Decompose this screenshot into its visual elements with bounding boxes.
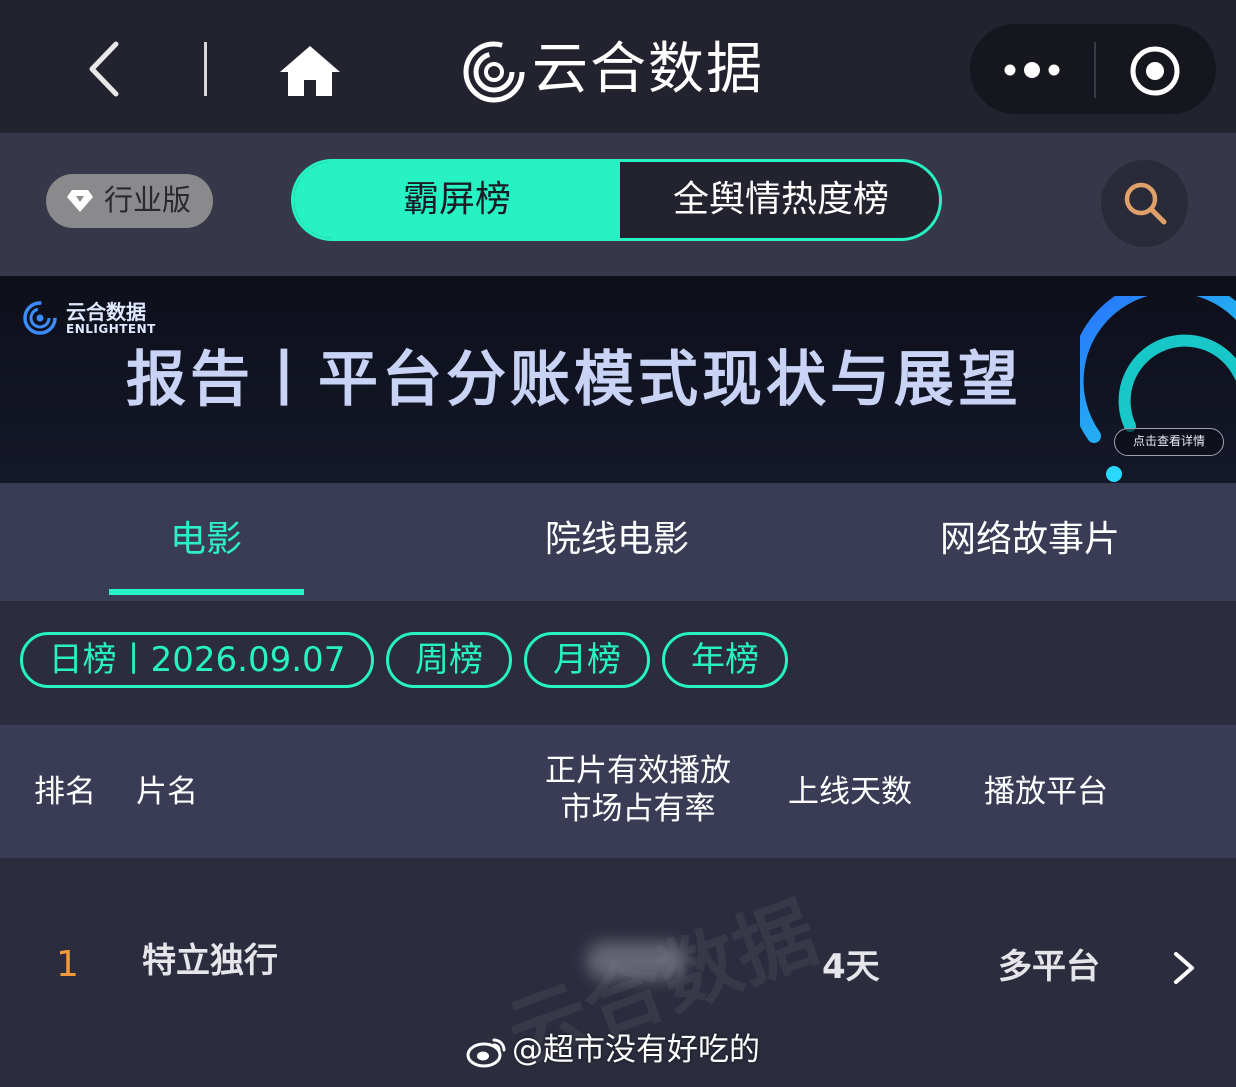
weibo-handle: @超市没有好吃的 xyxy=(512,1032,760,1068)
home-icon[interactable] xyxy=(278,44,342,98)
brand-logo-icon xyxy=(23,301,57,335)
industry-edition-label: 行业版 xyxy=(104,183,192,217)
column-header-title: 片名 xyxy=(136,774,198,810)
app-title: 云合数据 xyxy=(532,37,764,102)
column-header-days-online: 上线天数 xyxy=(788,774,912,810)
active-tab-indicator xyxy=(109,589,304,595)
banner-brand-en: ENLIGHTENT xyxy=(66,322,156,336)
logo-icon xyxy=(463,41,525,103)
tab-cinema-movie[interactable]: 院线电影 xyxy=(492,510,742,570)
row-platform: 多平台 xyxy=(998,947,1100,987)
chevron-left-icon[interactable] xyxy=(84,38,128,100)
column-header-market-share-line2: 市场占有率 xyxy=(560,791,716,827)
nav-divider xyxy=(204,42,207,96)
column-header-platform: 播放平台 xyxy=(984,774,1108,810)
tab-web-film[interactable]: 网络故事片 xyxy=(900,510,1160,570)
yearly-ranking-button[interactable]: 年榜 xyxy=(662,632,788,688)
column-header-market-share-line1: 正片有效播放 xyxy=(545,753,731,789)
chevron-right-icon[interactable] xyxy=(1170,950,1198,986)
target-icon[interactable] xyxy=(1128,44,1182,98)
row-rank: 1 xyxy=(56,944,79,985)
weekly-ranking-button[interactable]: 周榜 xyxy=(386,632,512,688)
more-icon[interactable] xyxy=(1000,50,1064,90)
diamond-icon xyxy=(67,190,93,212)
banner-title: 报告丨平台分账模式现状与展望 xyxy=(126,345,1022,415)
banner-cta-button[interactable]: 点击查看详情 xyxy=(1114,428,1224,456)
capsule-divider xyxy=(1094,42,1096,98)
row-title: 特立独行 xyxy=(142,941,278,981)
search-icon[interactable] xyxy=(1120,178,1170,228)
weibo-icon xyxy=(466,1038,506,1068)
toggle-option-screen-ranking-label[interactable]: 霸屏榜 xyxy=(294,162,620,238)
row-market-share-blurred xyxy=(586,942,686,980)
column-header-market-share: 正片有效播放 市场占有率 xyxy=(538,752,738,828)
decorative-arc-icon xyxy=(1080,296,1236,482)
daily-ranking-button[interactable]: 日榜丨2026.09.07 xyxy=(20,632,374,688)
monthly-ranking-button[interactable]: 月榜 xyxy=(524,632,650,688)
toggle-option-sentiment-ranking[interactable]: 全舆情热度榜 xyxy=(620,162,942,238)
column-header-rank: 排名 xyxy=(34,774,96,810)
banner-brand: 云合数据 xyxy=(66,300,146,324)
row-days-online: 4天 xyxy=(822,947,880,987)
tab-movie[interactable]: 电影 xyxy=(106,510,306,570)
